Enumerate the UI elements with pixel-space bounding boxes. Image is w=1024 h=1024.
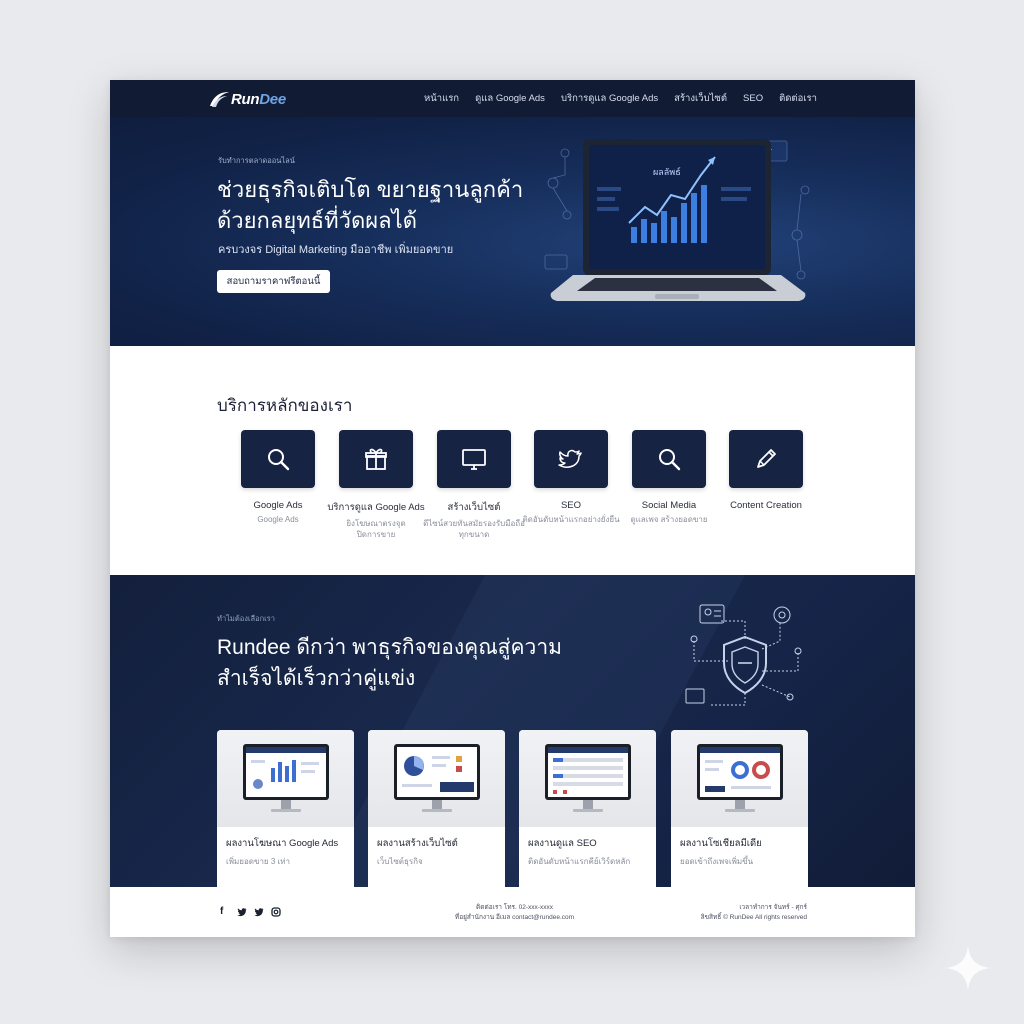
service-icon-tile[interactable]	[632, 430, 706, 488]
service-desc: ติดอันดับหน้าแรกอย่างยั่งยืน	[522, 515, 620, 524]
case-subtitle: ติดอันดับหน้าแรกคีย์เวิร์ดหลัก	[528, 857, 631, 866]
service-desc: ดูแลเพจ สร้างยอดขาย	[630, 515, 708, 524]
dashboard-monitor-icon	[393, 743, 480, 812]
service-icon-tile[interactable]	[339, 430, 413, 488]
case-thumbnail	[519, 730, 656, 827]
dashboard-monitor-icon	[696, 743, 783, 812]
hero-section: รับทำการตลาดออนไลน์ ช่วยธุรกิจเติบโต ขยา…	[110, 117, 915, 346]
twitter-icon	[558, 449, 582, 468]
nav-link-website[interactable]: สร้างเว็บไซต์	[674, 91, 727, 106]
hero-cta-button[interactable]: สอบถามราคาฟรีตอนนี้	[217, 270, 330, 293]
service-card[interactable]: สร้างเว็บไซต์ ดีไซน์สวยทันสมัยรองรับมือถ…	[419, 430, 529, 540]
service-icon-tile[interactable]	[437, 430, 511, 488]
monitor-icon	[462, 449, 486, 470]
nav-link-home[interactable]: หน้าแรก	[424, 91, 459, 106]
dashboard-monitor-icon	[242, 743, 329, 812]
facebook-icon[interactable]: f	[220, 907, 230, 917]
footer-info: เวลาทำการ จันทร์ - ศุกร์ ลิขสิทธิ์ © Run…	[700, 904, 807, 921]
service-name: Google Ads	[253, 500, 303, 511]
nav-link-seo[interactable]: SEO	[743, 93, 763, 104]
case-title: ผลงานโฆษณา Google Ads	[226, 838, 339, 849]
service-icon-tile[interactable]	[241, 430, 315, 488]
service-name: Social Media	[641, 500, 697, 511]
service-name: SEO	[560, 500, 582, 511]
top-navbar: RunDee หน้าแรก ดูแล Google Ads บริการดูแ…	[110, 80, 915, 117]
case-thumbnail	[368, 730, 505, 827]
instagram-icon[interactable]	[271, 907, 281, 917]
services-section: บริการหลักของเรา Google Ads Google Ads บ…	[110, 346, 915, 575]
shield-network-illustration	[685, 604, 802, 706]
service-icon-tile[interactable]	[729, 430, 803, 488]
service-desc: ยิงโฆษณาตรงจุด ปิดการขาย	[346, 519, 406, 539]
why-eyebrow: ทำไมต้องเลือกเรา	[217, 614, 275, 623]
service-desc: ดีไซน์สวยทันสมัยรองรับมือถือ ทุกขนาด	[423, 519, 525, 539]
why-title: Rundee ดีกว่า พาธุรกิจของคุณสู่ความ สำเร…	[217, 636, 562, 690]
screen-label: ผลลัพธ์	[653, 166, 681, 178]
service-name: บริการดูแล Google Ads	[327, 502, 425, 513]
why-us-section: ทำไมต้องเลือกเรา Rundee ดีกว่า พาธุรกิจข…	[110, 575, 915, 887]
brand-name: RunDee	[231, 90, 286, 108]
search-icon	[659, 449, 681, 471]
footer-contact: ติดต่อเรา โทร. 02-xxx-xxxx ที่อยู่สำนักง…	[454, 904, 575, 921]
dashboard-monitor-icon	[544, 743, 631, 812]
pen-icon	[757, 449, 776, 468]
service-name: สร้างเว็บไซต์	[447, 502, 501, 513]
service-card[interactable]: Google Ads Google Ads	[223, 430, 333, 525]
nav-links: หน้าแรก ดูแล Google Ads บริการดูแล Googl…	[424, 80, 817, 117]
hero-eyebrow: รับทำการตลาดออนไลน์	[218, 156, 295, 165]
service-card[interactable]: Content Creation	[711, 430, 821, 511]
case-thumbnail	[217, 730, 354, 827]
service-name: Content Creation	[730, 500, 802, 511]
sparkle-icon	[946, 946, 990, 990]
service-card[interactable]: Social Media ดูแลเพจ สร้างยอดขาย	[614, 430, 724, 525]
hero-subtitle: ครบวงจร Digital Marketing มืออาชีพ เพิ่ม…	[218, 244, 454, 256]
footer: f ติดต่อเรา โทร. 02-xxx-xxxx ที่อยู่สำนั…	[110, 887, 915, 937]
case-study-card[interactable]: ผลงานดูแล SEO ติดอันดับหน้าแรกคีย์เวิร์ด…	[519, 730, 656, 887]
nav-link-contact[interactable]: ติดต่อเรา	[779, 91, 817, 106]
twitter-icon[interactable]	[237, 907, 247, 917]
social-links: f	[220, 907, 281, 917]
laptop-illustration: ~ʃ ผลลัพธ์	[544, 139, 810, 301]
case-title: ผลงานดูแล SEO	[528, 838, 597, 849]
case-study-card[interactable]: ผลงานโฆษณา Google Ads เพิ่มยอดขาย 3 เท่า	[217, 730, 354, 887]
service-card[interactable]: บริการดูแล Google Ads ยิงโฆษณาตรงจุด ปิด…	[321, 430, 431, 540]
case-study-card[interactable]: ผลงานสร้างเว็บไซต์ เว็บไซต์ธุรกิจ	[368, 730, 505, 887]
search-icon	[268, 449, 290, 471]
nav-link-google-ads[interactable]: ดูแล Google Ads	[475, 91, 545, 106]
case-thumbnail	[671, 730, 808, 827]
case-subtitle: เพิ่มยอดขาย 3 เท่า	[226, 857, 291, 866]
nav-link-google-ads-service[interactable]: บริการดูแล Google Ads	[561, 91, 658, 106]
case-subtitle: ยอดเข้าถึงเพจเพิ่มขึ้น	[680, 857, 754, 866]
website-page: RunDee หน้าแรก ดูแล Google Ads บริการดูแ…	[110, 80, 915, 937]
service-desc: Google Ads	[257, 515, 299, 524]
service-card[interactable]: SEO ติดอันดับหน้าแรกอย่างยั่งยืน	[516, 430, 626, 525]
twitter-icon[interactable]	[254, 907, 264, 917]
services-title: บริการหลักของเรา	[217, 396, 353, 415]
gift-icon	[365, 448, 387, 470]
case-subtitle: เว็บไซต์ธุรกิจ	[377, 857, 423, 866]
hero-title: ช่วยธุรกิจเติบโต ขยายฐานลูกค้า ด้วยกลยุท…	[217, 177, 524, 233]
swoosh-icon	[210, 92, 229, 107]
case-title: ผลงานโซเชียลมีเดีย	[680, 838, 762, 849]
brand-logo[interactable]: RunDee	[208, 87, 286, 111]
case-study-card[interactable]: ผลงานโซเชียลมีเดีย ยอดเข้าถึงเพจเพิ่มขึ้…	[671, 730, 808, 887]
case-title: ผลงานสร้างเว็บไซต์	[377, 838, 458, 849]
service-icon-tile[interactable]	[534, 430, 608, 488]
